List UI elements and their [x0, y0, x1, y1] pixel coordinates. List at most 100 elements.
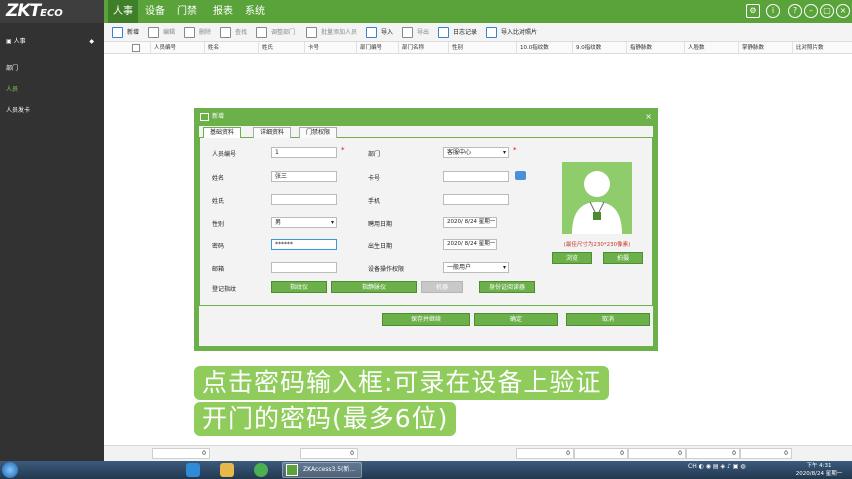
column-header[interactable]: 姓氏 [258, 42, 304, 54]
edit-button[interactable]: 编辑 [148, 26, 175, 39]
menu-access[interactable]: 门禁 [172, 0, 202, 23]
password-label: 密码 [212, 243, 225, 250]
import-button[interactable]: 导入 [366, 26, 393, 39]
tab-access-rights[interactable]: 门禁权限 [299, 127, 338, 138]
explorer-icon[interactable] [220, 463, 234, 477]
close-icon[interactable]: × [645, 108, 652, 126]
hire-date-picker[interactable]: 2020/ 8/24 星期一 [443, 217, 497, 228]
column-header[interactable]: 指静脉数 [626, 42, 684, 54]
adjust-department-button[interactable]: 调整部门 [256, 26, 295, 39]
avatar-placeholder-icon [572, 171, 622, 234]
surname-input[interactable] [271, 194, 337, 205]
search-button[interactable]: 查找 [220, 26, 247, 39]
delete-button[interactable]: 删除 [184, 26, 211, 39]
required-mark: * [341, 146, 345, 154]
birth-date-picker[interactable]: 2020/ 8/24 星期一 [443, 239, 497, 250]
capture-photo-button[interactable]: 拍摄 [603, 252, 643, 264]
sidebar-item-personnel[interactable]: 人员 [6, 84, 18, 93]
department-label: 部门 [368, 151, 381, 158]
sidebar: ▣ 人事 ◆ 部门 人员 人员发卡 [0, 23, 104, 461]
summary-field: 0 [628, 448, 686, 459]
tab-detail-info[interactable]: 详细资料 [253, 127, 292, 138]
hire-date-label: 聘用日期 [368, 221, 393, 228]
summary-field: 0 [686, 448, 740, 459]
windows-taskbar: ZKAccess3.5(新... CH ◐ ◉ ▤ ◈ ♪ ▣ ◍ 下午 4:3… [0, 461, 852, 479]
dialog-icon [200, 113, 209, 121]
toolbar: 新增 编辑 删除 查找 调整部门 批量添加人员 导入 导出 日志记录 导入比对照… [104, 23, 852, 42]
column-header[interactable]: 9.0指纹数 [572, 42, 626, 54]
gear-icon[interactable]: ⚙ [746, 4, 760, 18]
import-icon [366, 27, 377, 38]
column-header[interactable]: 部门编号 [356, 42, 398, 54]
dialog-tabs: 基础资料 详细资料 门禁权限 [199, 126, 653, 138]
person-id-input[interactable]: 1 [271, 147, 337, 158]
media-player-icon[interactable] [254, 463, 268, 477]
tab-basic-info[interactable]: 基础资料 [203, 127, 242, 138]
machine-button[interactable]: 机器 [421, 281, 463, 293]
info-icon[interactable]: i [766, 4, 780, 18]
start-button[interactable] [2, 462, 18, 478]
menu-system[interactable]: 系统 [240, 0, 270, 23]
email-label: 邮箱 [212, 266, 225, 273]
close-icon[interactable]: × [836, 4, 850, 18]
column-header[interactable]: 部门名称 [398, 42, 448, 54]
column-header[interactable]: 掌静脉数 [738, 42, 792, 54]
batch-add-button[interactable]: 批量添加人员 [306, 26, 357, 39]
read-card-icon[interactable] [515, 171, 526, 180]
select-all-checkbox[interactable] [132, 44, 140, 52]
cancel-button[interactable]: 取消 [566, 313, 650, 326]
network-icon[interactable]: ◐ ◉ ▤ ◈ ♪ ▣ ◍ [699, 463, 746, 470]
system-tray: CH ◐ ◉ ▤ ◈ ♪ ▣ ◍ [688, 463, 746, 470]
menu-device[interactable]: 设备 [140, 0, 170, 23]
summary-field: 0 [152, 448, 210, 459]
menu-personnel[interactable]: 人事 [108, 0, 138, 23]
menu-report[interactable]: 报表 [208, 0, 238, 23]
password-input[interactable]: ****** [271, 239, 337, 250]
export-button[interactable]: 导出 [402, 26, 429, 39]
import-photo-button[interactable]: 导入比对照片 [486, 26, 537, 39]
minimize-icon[interactable]: – [804, 4, 818, 18]
column-header[interactable]: 比对照片数 [792, 42, 852, 54]
browse-photo-button[interactable]: 浏览 [552, 252, 592, 264]
finger-vein-reader-button[interactable]: 指静脉仪 [331, 281, 417, 293]
batch-add-icon [306, 27, 317, 38]
fingerprint-reader-button[interactable]: 指纹仪 [271, 281, 327, 293]
tutorial-caption: 点击密码输入框:可录在设备上验证 开门的密码(最多6位) [194, 366, 654, 438]
column-header[interactable]: 人员编号 [150, 42, 204, 54]
name-input[interactable]: 张三 [271, 171, 337, 182]
surname-label: 姓氏 [212, 198, 225, 205]
sidebar-item-card-issue[interactable]: 人员发卡 [6, 105, 30, 114]
mobile-input[interactable] [443, 194, 509, 205]
card-number-label: 卡号 [368, 175, 381, 182]
taskbar-app-zkaccess[interactable]: ZKAccess3.5(新... [282, 462, 362, 478]
email-input[interactable] [271, 262, 337, 273]
language-indicator[interactable]: CH [688, 463, 697, 470]
ie-icon[interactable] [186, 463, 200, 477]
system-clock[interactable]: 下午 4:31 2020/8/24 星期一 [790, 462, 848, 478]
column-header[interactable]: 姓名 [204, 42, 258, 54]
summary-field: 0 [740, 448, 792, 459]
help-icon[interactable]: ? [788, 4, 802, 18]
id-card-reader-button[interactable]: 身份证阅读器 [479, 281, 535, 293]
sidebar-header[interactable]: ▣ 人事 ◆ [0, 35, 104, 49]
collapse-icon[interactable]: ◆ [89, 35, 94, 49]
column-header[interactable]: 卡号 [304, 42, 356, 54]
sidebar-item-department[interactable]: 部门 [6, 63, 18, 72]
summary-footer: 0 0 0 0 0 0 0 [104, 445, 852, 461]
import-photo-icon [486, 27, 497, 38]
table-header: 人员编号 姓名 姓氏 卡号 部门编号 部门名称 性别 10.0指纹数 9.0指纹… [104, 42, 852, 54]
column-header[interactable]: 性别 [448, 42, 516, 54]
save-and-continue-button[interactable]: 保存并继续 [382, 313, 470, 326]
log-button[interactable]: 日志记录 [438, 26, 477, 39]
mobile-label: 手机 [368, 198, 381, 205]
column-header[interactable]: 10.0指纹数 [516, 42, 572, 54]
maximize-icon[interactable]: ▢ [820, 4, 834, 18]
gender-select[interactable]: 男 [271, 217, 337, 228]
department-select[interactable]: 客服中心 [443, 147, 509, 158]
device-permission-select[interactable]: 一般用户 [443, 262, 509, 273]
add-button[interactable]: 新增 [112, 26, 139, 39]
card-number-input[interactable] [443, 171, 509, 182]
column-header[interactable]: 人脸数 [684, 42, 738, 54]
confirm-button[interactable]: 确定 [474, 313, 558, 326]
delete-icon [184, 27, 195, 38]
